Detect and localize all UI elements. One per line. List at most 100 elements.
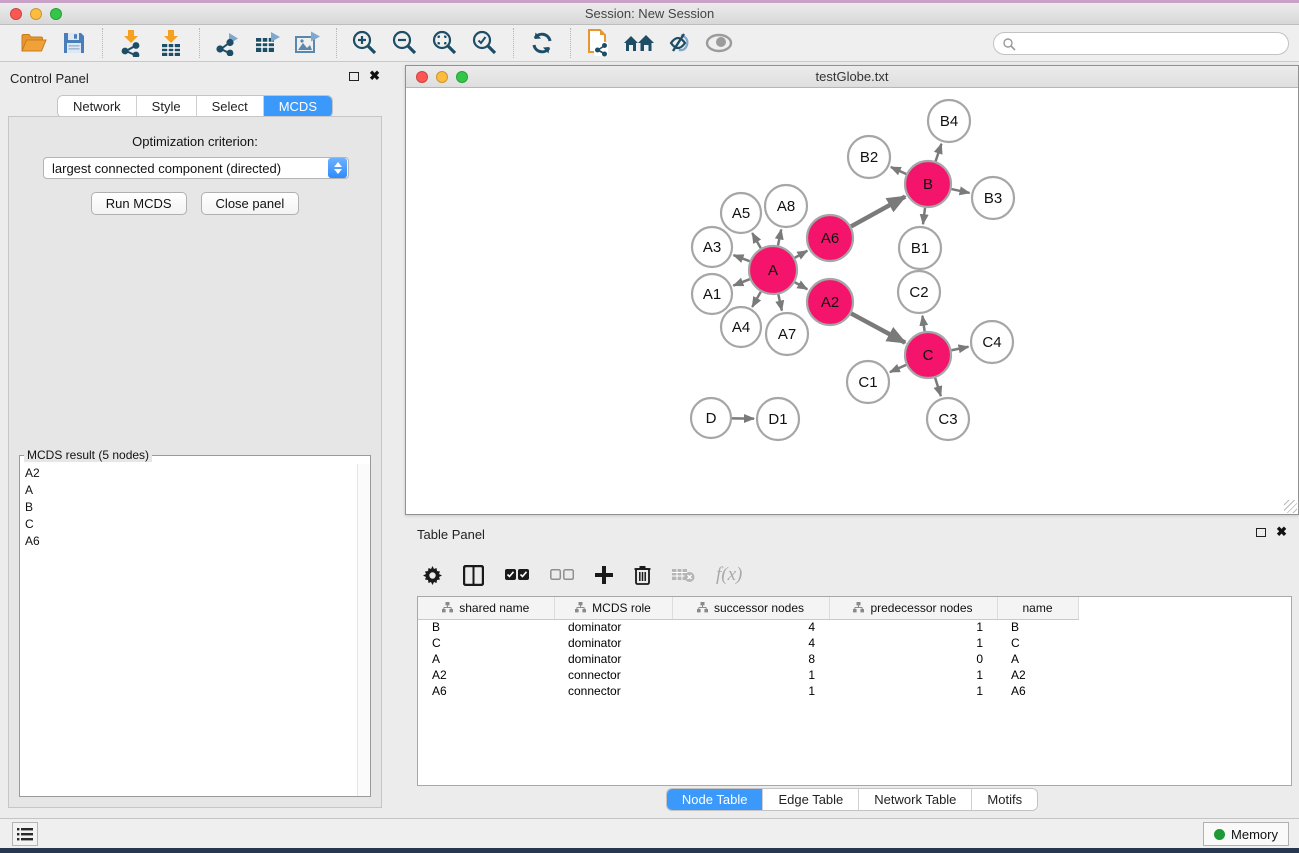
control-panel-tabs: NetworkStyleSelectMCDS	[57, 95, 333, 118]
close-table-panel-icon[interactable]: ✖	[1276, 527, 1287, 537]
result-item[interactable]: A6	[21, 532, 356, 549]
import-table-icon[interactable]	[151, 27, 191, 59]
add-column-icon[interactable]	[595, 566, 613, 584]
graph-edge-B-B2	[891, 167, 906, 174]
toolbar-separator	[336, 28, 337, 58]
table-cell: dominator	[554, 635, 672, 651]
refresh-icon[interactable]	[522, 27, 562, 59]
criterion-dropdown[interactable]: largest connected component (directed)	[43, 157, 349, 179]
table-cell-filler	[1078, 683, 1292, 699]
control-panel-title: Control Panel	[10, 71, 89, 86]
zoom-fit-icon[interactable]	[425, 27, 465, 59]
result-item[interactable]: C	[21, 515, 356, 532]
settings-gear-icon[interactable]	[423, 566, 442, 585]
table-cell: 4	[672, 619, 829, 635]
column-layout-icon[interactable]	[463, 565, 484, 586]
table-cell: 1	[672, 683, 829, 699]
birds-eye-view-icon[interactable]	[699, 27, 739, 59]
table-cell: connector	[554, 667, 672, 683]
tab-mcds[interactable]: MCDS	[264, 96, 332, 117]
select-all-icon[interactable]	[505, 569, 529, 582]
table-tabs: Node TableEdge TableNetwork TableMotifs	[666, 788, 1038, 811]
export-image-icon[interactable]	[288, 27, 328, 59]
tab-motifs[interactable]: Motifs	[972, 789, 1037, 810]
table-row[interactable]: A2connector11A2	[418, 667, 1292, 683]
show-graphics-details-icon[interactable]	[659, 27, 699, 59]
main-toolbar	[0, 25, 1299, 62]
column-header-predecessor-nodes[interactable]: predecessor nodes	[829, 597, 997, 619]
task-history-button[interactable]	[12, 822, 38, 846]
memory-button[interactable]: Memory	[1203, 822, 1289, 846]
open-session-icon[interactable]	[14, 27, 54, 59]
search-field[interactable]	[993, 32, 1289, 55]
column-header-MCDS-role[interactable]: MCDS role	[554, 597, 672, 619]
import-network-icon[interactable]	[111, 27, 151, 59]
tab-network-table[interactable]: Network Table	[859, 789, 972, 810]
column-header-shared-name[interactable]: shared name	[418, 597, 554, 619]
tab-edge-table[interactable]: Edge Table	[763, 789, 859, 810]
search-input[interactable]	[1016, 35, 1288, 53]
zoom-selected-icon[interactable]	[465, 27, 505, 59]
table-cell: connector	[554, 683, 672, 699]
resize-grip[interactable]	[1284, 500, 1297, 513]
delete-table-icon	[672, 567, 695, 583]
table-cell: A	[997, 651, 1078, 667]
graph-edge-A-A3	[734, 255, 750, 261]
close-panel-icon[interactable]: ✖	[369, 71, 380, 81]
network-canvas[interactable]: B4B2BB3A5A8A6A3B1AA1C2A2A4A7C4CC1DD1C3	[406, 88, 1298, 514]
tab-node-table[interactable]: Node Table	[667, 789, 764, 810]
graph-edge-C-C2	[922, 316, 924, 331]
table-row[interactable]: Bdominator41B	[418, 619, 1292, 635]
column-header-label: MCDS role	[592, 601, 651, 615]
tab-network[interactable]: Network	[58, 96, 137, 117]
table-cell: A2	[418, 667, 554, 683]
mcds-result-box: MCDS result (5 nodes) A2ABCA6	[19, 455, 371, 797]
toolbar-separator	[570, 28, 571, 58]
network-window-titlebar[interactable]: testGlobe.txt	[406, 66, 1298, 88]
result-item[interactable]: B	[21, 498, 356, 515]
graph-edge-A-A7	[778, 294, 782, 310]
delete-column-icon[interactable]	[634, 565, 651, 585]
table-row[interactable]: A6connector11A6	[418, 683, 1292, 699]
result-item[interactable]: A	[21, 481, 356, 498]
table-cell: 1	[829, 619, 997, 635]
network-from-selection-icon[interactable]	[579, 27, 619, 59]
table-cell: A6	[418, 683, 554, 699]
save-session-icon[interactable]	[54, 27, 94, 59]
column-header-name[interactable]: name	[997, 597, 1078, 619]
close-panel-button[interactable]: Close panel	[201, 192, 300, 215]
graph-node-label: A4	[732, 319, 750, 336]
graph-node-label: C1	[858, 374, 877, 391]
graph-edge-A-A6	[795, 251, 808, 258]
network-canvas-svg: B4B2BB3A5A8A6A3B1AA1C2A2A4A7C4CC1DD1C3	[406, 88, 1298, 514]
float-panel-icon[interactable]	[349, 72, 359, 81]
table-cell: 4	[672, 635, 829, 651]
graph-edge-B-B4	[936, 144, 942, 161]
column-header-successor-nodes[interactable]: successor nodes	[672, 597, 829, 619]
table-row[interactable]: Adominator80A	[418, 651, 1292, 667]
deselect-all-icon[interactable]	[550, 569, 574, 582]
tab-select[interactable]: Select	[197, 96, 264, 117]
graph-edge-C-C1	[890, 365, 906, 372]
float-table-panel-icon[interactable]	[1256, 528, 1266, 537]
table-cell: A2	[997, 667, 1078, 683]
home-icon[interactable]	[619, 27, 659, 59]
table-cell-filler	[1078, 619, 1292, 635]
shared-column-icon	[442, 602, 453, 613]
run-mcds-button[interactable]: Run MCDS	[91, 192, 187, 215]
memory-status-icon	[1214, 829, 1225, 840]
network-view-window: testGlobe.txt B4B2BB3A5A8A6A3B1AA1C2A2A4…	[405, 65, 1299, 515]
optimization-criterion-label: Optimization criterion:	[9, 134, 381, 149]
result-item[interactable]: A2	[21, 464, 356, 481]
table-row[interactable]: Cdominator41C	[418, 635, 1292, 651]
export-table-icon[interactable]	[248, 27, 288, 59]
export-network-icon[interactable]	[208, 27, 248, 59]
zoom-in-icon[interactable]	[345, 27, 385, 59]
graph-node-label: D	[706, 410, 717, 427]
tab-style[interactable]: Style	[137, 96, 197, 117]
graph-edge-A-A2	[795, 282, 808, 289]
graph-edge-B-B1	[923, 208, 925, 224]
zoom-out-icon[interactable]	[385, 27, 425, 59]
graph-node-label: B4	[940, 113, 958, 130]
result-scrollbar[interactable]	[357, 464, 370, 796]
